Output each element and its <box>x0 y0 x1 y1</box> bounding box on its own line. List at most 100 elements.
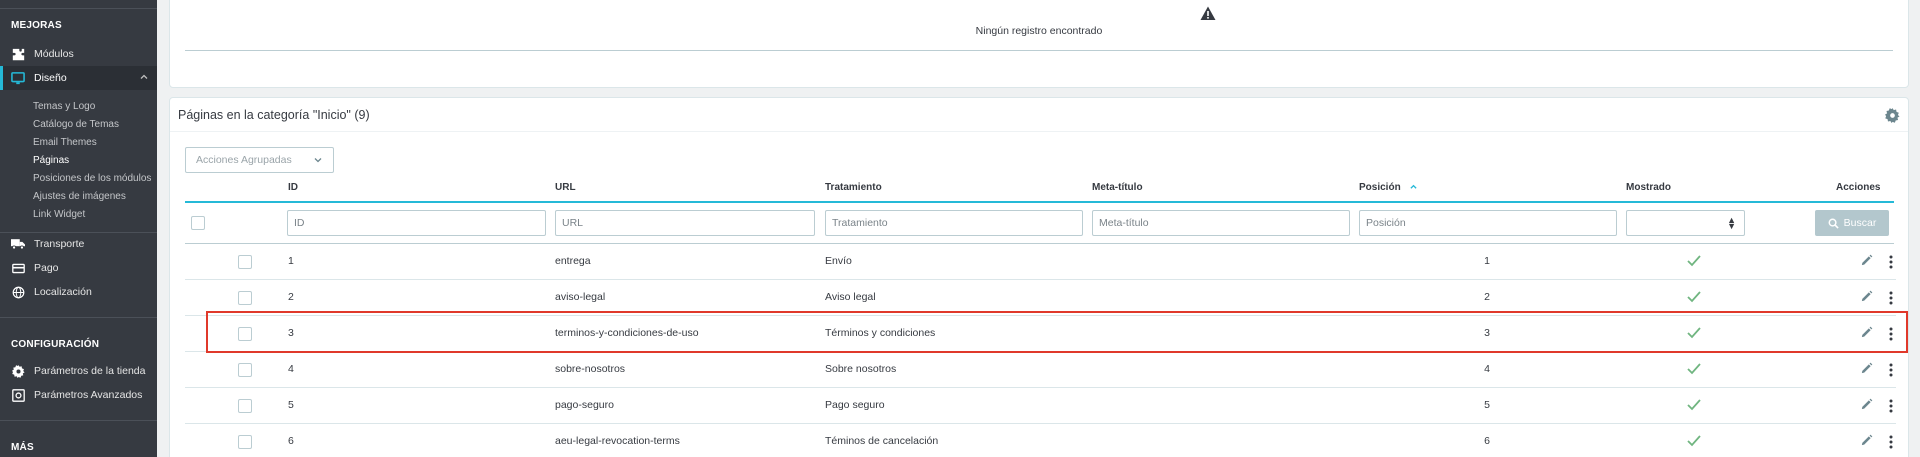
cell-posicion[interactable]: 4 <box>1467 363 1507 375</box>
sidebar-item-parametros-tienda[interactable]: Parámetros de la tienda <box>0 359 157 383</box>
sidebar-item-modulos[interactable]: Módulos <box>0 42 157 66</box>
gear-icon[interactable] <box>1885 108 1900 126</box>
sidebar-item-label: Diseño <box>34 72 67 84</box>
sidebar-item-diseno[interactable]: Diseño <box>0 66 157 90</box>
sidebar-item-label: Parámetros de la tienda <box>34 365 146 377</box>
cell-posicion[interactable]: 1 <box>1467 255 1507 267</box>
column-header-tratamiento[interactable]: Tratamiento <box>825 182 882 193</box>
header-divider <box>185 201 1894 203</box>
edit-icon[interactable] <box>1860 290 1873 303</box>
cell-id: 6 <box>288 435 294 447</box>
cell-posicion[interactable]: 6 <box>1467 435 1507 447</box>
more-options-icon[interactable] <box>1888 362 1894 378</box>
sidebar-section-mas: MÁS <box>11 442 34 453</box>
cell-id: 3 <box>288 327 294 339</box>
filter-url-input[interactable] <box>555 210 815 236</box>
pages-list-panel: Páginas en la categoría "Inicio" (9) Acc… <box>169 97 1909 457</box>
row-checkbox[interactable] <box>238 327 252 341</box>
cell-id: 5 <box>288 399 294 411</box>
row-checkbox[interactable] <box>238 399 252 413</box>
cell-url: pago-seguro <box>555 399 614 411</box>
cell-url: terminos-y-condiciones-de-uso <box>555 327 699 339</box>
column-header-label: Posición <box>1359 182 1401 193</box>
warning-icon <box>1200 6 1216 24</box>
select-arrows-icon: ▲ ▼ <box>1727 215 1736 231</box>
filter-mostrado-select[interactable]: ▲ ▼ <box>1626 210 1745 236</box>
check-icon[interactable] <box>1686 434 1702 448</box>
more-options-icon[interactable] <box>1888 326 1894 342</box>
sidebar-subitem-temas[interactable]: Temas y Logo <box>33 101 95 112</box>
sidebar-divider <box>0 317 157 318</box>
sidebar-item-transporte[interactable]: Transporte <box>0 232 157 256</box>
filter-meta-titulo-input[interactable] <box>1092 210 1350 236</box>
more-options-icon[interactable] <box>1888 254 1894 270</box>
monitor-icon <box>11 71 25 85</box>
table-row[interactable]: 1 entrega Envío 1 <box>185 244 1896 280</box>
sidebar-subitem-linkwidget[interactable]: Link Widget <box>33 209 85 220</box>
column-header-url[interactable]: URL <box>555 182 576 193</box>
row-checkbox[interactable] <box>238 255 252 269</box>
table-row[interactable]: 5 pago-seguro Pago seguro 5 <box>185 388 1896 424</box>
column-header-acciones: Acciones <box>1836 182 1881 193</box>
column-header-meta-titulo[interactable]: Meta-título <box>1092 182 1143 193</box>
search-button[interactable]: Buscar <box>1815 210 1889 236</box>
cell-url: aviso-legal <box>555 291 606 303</box>
sidebar: MEJORAS Módulos Diseño Temas y Logo Catá… <box>0 0 157 457</box>
column-header-mostrado[interactable]: Mostrado <box>1626 182 1671 193</box>
cell-tratamiento: Sobre nosotros <box>825 363 897 375</box>
check-icon[interactable] <box>1686 254 1702 268</box>
divider <box>170 131 1908 132</box>
chevron-up-icon <box>139 72 149 85</box>
sidebar-subitem-posiciones[interactable]: Posiciones de los módulos <box>33 173 151 184</box>
sidebar-subitem-paginas[interactable]: Páginas <box>33 155 69 166</box>
cell-posicion[interactable]: 2 <box>1467 291 1507 303</box>
check-icon[interactable] <box>1686 398 1702 412</box>
check-icon[interactable] <box>1686 326 1702 340</box>
more-options-icon[interactable] <box>1888 398 1894 414</box>
empty-results-panel: Ningún registro encontrado <box>169 0 1909 88</box>
sidebar-subitem-email[interactable]: Email Themes <box>33 137 97 148</box>
filter-posicion-input[interactable] <box>1359 210 1617 236</box>
sidebar-subitem-catalogo[interactable]: Catálogo de Temas <box>33 119 119 130</box>
cell-id: 4 <box>288 363 294 375</box>
cell-tratamiento: Términos y condiciones <box>825 327 936 339</box>
cell-id: 1 <box>288 255 294 267</box>
globe-icon <box>11 285 25 299</box>
divider <box>185 50 1893 51</box>
no-records-text: Ningún registro encontrado <box>975 25 1103 37</box>
row-checkbox[interactable] <box>238 363 252 377</box>
edit-icon[interactable] <box>1860 434 1873 447</box>
bulk-actions-dropdown[interactable]: Acciones Agrupadas <box>185 147 334 173</box>
check-icon[interactable] <box>1686 362 1702 376</box>
filter-id-input[interactable] <box>287 210 546 236</box>
sidebar-item-parametros-avanzados[interactable]: Parámetros Avanzados <box>0 383 157 407</box>
table-row[interactable]: 4 sobre-nosotros Sobre nosotros 4 <box>185 352 1896 388</box>
table-row[interactable]: 6 aeu-legal-revocation-terms Téminos de … <box>185 424 1896 457</box>
table-row[interactable]: 3 terminos-y-condiciones-de-uso Términos… <box>185 316 1896 352</box>
sidebar-item-label: Localización <box>34 286 92 298</box>
select-all-checkbox[interactable] <box>191 216 205 230</box>
row-checkbox[interactable] <box>238 435 252 449</box>
filter-tratamiento-input[interactable] <box>825 210 1083 236</box>
cell-tratamiento: Envío <box>825 255 852 267</box>
check-icon[interactable] <box>1686 290 1702 304</box>
sort-asc-icon[interactable] <box>1409 183 1418 190</box>
edit-icon[interactable] <box>1860 362 1873 375</box>
more-options-icon[interactable] <box>1888 434 1894 450</box>
cell-id: 2 <box>288 291 294 303</box>
sidebar-item-localizacion[interactable]: Localización <box>0 280 157 304</box>
cell-posicion[interactable]: 5 <box>1467 399 1507 411</box>
more-options-icon[interactable] <box>1888 290 1894 306</box>
cell-posicion[interactable]: 3 <box>1467 327 1507 339</box>
column-header-id[interactable]: ID <box>288 182 298 193</box>
sidebar-item-pago[interactable]: Pago <box>0 256 157 280</box>
sidebar-divider <box>0 0 157 9</box>
row-checkbox[interactable] <box>238 291 252 305</box>
edit-icon[interactable] <box>1860 398 1873 411</box>
table-row[interactable]: 2 aviso-legal Aviso legal 2 <box>185 280 1896 316</box>
edit-icon[interactable] <box>1860 326 1873 339</box>
sidebar-subitem-imagenes[interactable]: Ajustes de imágenes <box>33 191 126 202</box>
sidebar-item-label: Parámetros Avanzados <box>34 389 143 401</box>
edit-icon[interactable] <box>1860 254 1873 267</box>
column-header-posicion[interactable]: Posición <box>1359 182 1418 193</box>
